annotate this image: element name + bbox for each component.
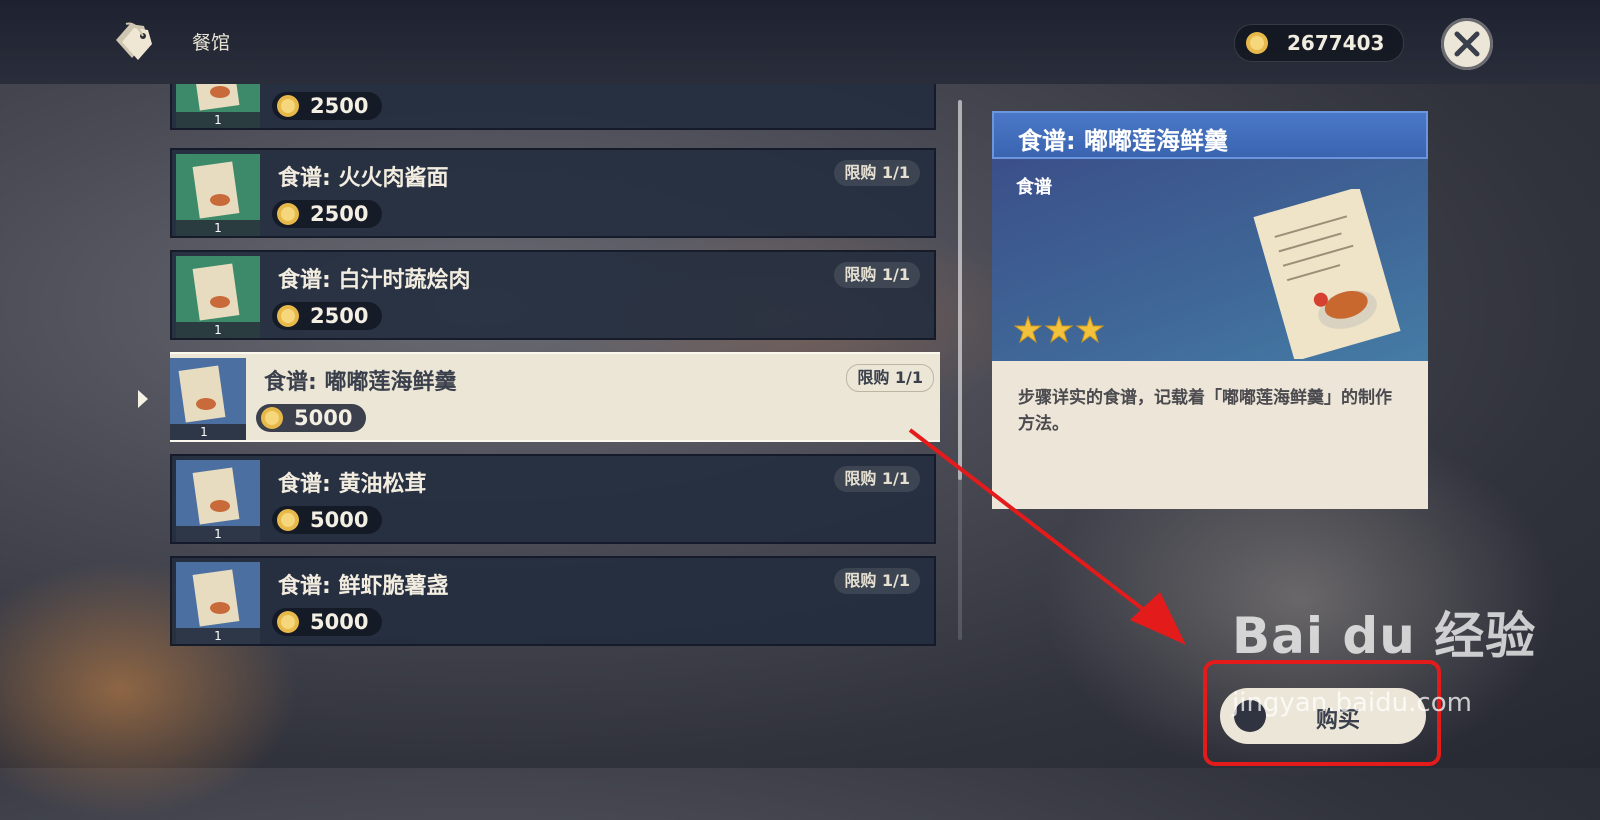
watermark: Bai du 经验 jingyan.baidu.com <box>1232 596 1537 718</box>
watermark-url: jingyan.baidu.com <box>1232 688 1472 718</box>
watermark-brand: Bai du 经验 <box>1232 607 1537 665</box>
